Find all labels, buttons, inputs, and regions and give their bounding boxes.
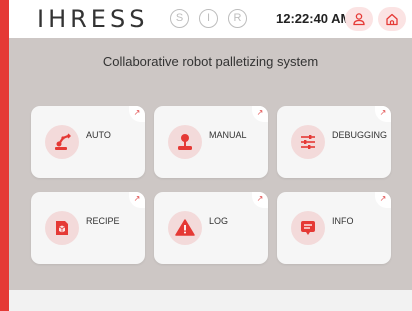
tile-label: INFO bbox=[332, 216, 354, 226]
expand-icon: ↗ bbox=[252, 106, 268, 122]
robot-arm-icon bbox=[45, 125, 79, 159]
sliders-icon bbox=[291, 125, 325, 159]
tile-label: AUTO bbox=[86, 130, 111, 140]
header-bar: IHRESS S I R 12:22:40 AM bbox=[9, 0, 412, 38]
joystick-icon bbox=[168, 125, 202, 159]
footer-bar bbox=[9, 290, 412, 311]
tile-label: RECIPE bbox=[86, 216, 120, 226]
warning-icon bbox=[168, 211, 202, 245]
clock-display: 12:22:40 AM bbox=[276, 11, 352, 26]
brand-logo: IHRESS bbox=[37, 5, 149, 33]
home-button[interactable] bbox=[378, 7, 406, 31]
user-icon bbox=[353, 13, 365, 26]
info-message-icon bbox=[291, 211, 325, 245]
accent-bar bbox=[0, 0, 9, 311]
expand-icon: ↗ bbox=[375, 106, 391, 122]
expand-icon: ↗ bbox=[252, 192, 268, 208]
s-circle-icon: S bbox=[170, 9, 189, 28]
expand-icon: ↗ bbox=[129, 192, 145, 208]
tile-label: DEBUGGING bbox=[332, 130, 388, 140]
tile-auto[interactable]: AUTO ↗ bbox=[31, 106, 145, 178]
page-title: Collaborative robot palletizing system bbox=[102, 54, 319, 69]
main-panel: Collaborative robot palletizing system A… bbox=[9, 38, 412, 290]
app-window: IHRESS S I R 12:22:40 AM Collaborative r… bbox=[0, 0, 412, 311]
user-button[interactable] bbox=[345, 7, 373, 31]
recipe-box-icon bbox=[45, 211, 79, 245]
tile-debugging[interactable]: DEBUGGING ↗ bbox=[277, 106, 391, 178]
tile-recipe[interactable]: RECIPE ↗ bbox=[31, 192, 145, 264]
tile-info[interactable]: INFO ↗ bbox=[277, 192, 391, 264]
tile-manual[interactable]: MANUAL ↗ bbox=[154, 106, 268, 178]
i-circle-icon: I bbox=[199, 9, 218, 28]
tile-label: LOG bbox=[209, 216, 229, 226]
expand-icon: ↗ bbox=[375, 192, 391, 208]
tile-log[interactable]: LOG ↗ bbox=[154, 192, 268, 264]
r-circle-icon: R bbox=[228, 9, 247, 28]
expand-icon: ↗ bbox=[129, 106, 145, 122]
tile-label: MANUAL bbox=[209, 130, 247, 140]
home-icon bbox=[386, 13, 398, 26]
